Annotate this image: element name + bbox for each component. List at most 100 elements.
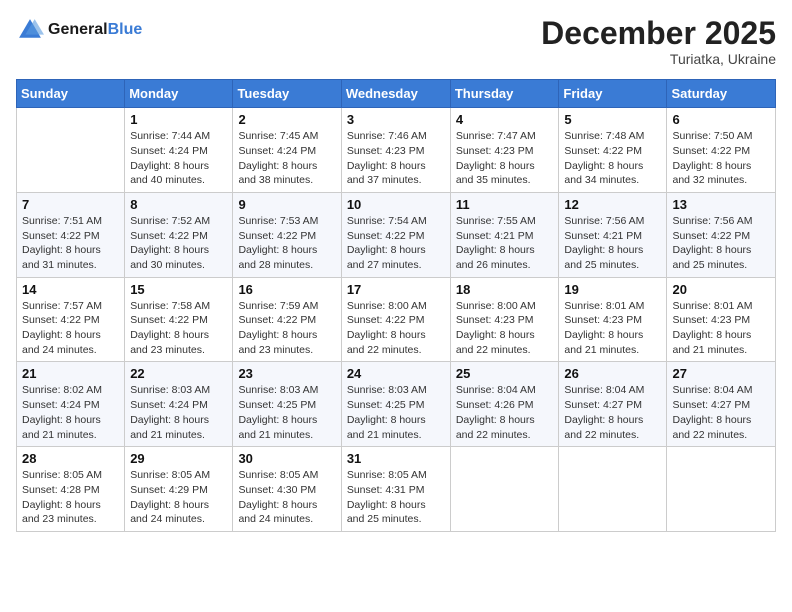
calendar-cell: 28 Sunrise: 8:05 AMSunset: 4:28 PMDaylig… xyxy=(17,447,125,532)
day-number: 16 xyxy=(238,282,335,297)
day-number: 9 xyxy=(238,197,335,212)
logo: GeneralBlue xyxy=(16,16,142,44)
day-number: 1 xyxy=(130,112,227,127)
day-number: 11 xyxy=(456,197,554,212)
col-header-thursday: Thursday xyxy=(450,80,559,108)
day-info: Sunrise: 8:04 AMSunset: 4:27 PMDaylight:… xyxy=(672,383,770,442)
day-info: Sunrise: 8:04 AMSunset: 4:26 PMDaylight:… xyxy=(456,383,554,442)
calendar-cell: 18 Sunrise: 8:00 AMSunset: 4:23 PMDaylig… xyxy=(450,277,559,362)
day-info: Sunrise: 8:05 AMSunset: 4:29 PMDaylight:… xyxy=(130,468,227,527)
location-subtitle: Turiatka, Ukraine xyxy=(541,51,776,67)
calendar-cell: 19 Sunrise: 8:01 AMSunset: 4:23 PMDaylig… xyxy=(559,277,667,362)
day-number: 14 xyxy=(22,282,119,297)
day-info: Sunrise: 7:46 AMSunset: 4:23 PMDaylight:… xyxy=(347,129,445,188)
calendar-cell: 5 Sunrise: 7:48 AMSunset: 4:22 PMDayligh… xyxy=(559,108,667,193)
day-info: Sunrise: 8:05 AMSunset: 4:31 PMDaylight:… xyxy=(347,468,445,527)
week-row-4: 21 Sunrise: 8:02 AMSunset: 4:24 PMDaylig… xyxy=(17,362,776,447)
day-info: Sunrise: 7:50 AMSunset: 4:22 PMDaylight:… xyxy=(672,129,770,188)
week-row-5: 28 Sunrise: 8:05 AMSunset: 4:28 PMDaylig… xyxy=(17,447,776,532)
calendar-cell: 14 Sunrise: 7:57 AMSunset: 4:22 PMDaylig… xyxy=(17,277,125,362)
calendar-cell: 27 Sunrise: 8:04 AMSunset: 4:27 PMDaylig… xyxy=(667,362,776,447)
calendar-cell: 22 Sunrise: 8:03 AMSunset: 4:24 PMDaylig… xyxy=(125,362,233,447)
day-info: Sunrise: 8:03 AMSunset: 4:24 PMDaylight:… xyxy=(130,383,227,442)
calendar-cell: 3 Sunrise: 7:46 AMSunset: 4:23 PMDayligh… xyxy=(341,108,450,193)
day-number: 2 xyxy=(238,112,335,127)
day-number: 25 xyxy=(456,366,554,381)
calendar-cell: 4 Sunrise: 7:47 AMSunset: 4:23 PMDayligh… xyxy=(450,108,559,193)
calendar-cell: 7 Sunrise: 7:51 AMSunset: 4:22 PMDayligh… xyxy=(17,192,125,277)
day-number: 5 xyxy=(564,112,661,127)
day-info: Sunrise: 8:03 AMSunset: 4:25 PMDaylight:… xyxy=(238,383,335,442)
day-info: Sunrise: 7:59 AMSunset: 4:22 PMDaylight:… xyxy=(238,299,335,358)
day-number: 3 xyxy=(347,112,445,127)
col-header-saturday: Saturday xyxy=(667,80,776,108)
day-number: 23 xyxy=(238,366,335,381)
calendar-cell: 8 Sunrise: 7:52 AMSunset: 4:22 PMDayligh… xyxy=(125,192,233,277)
day-number: 17 xyxy=(347,282,445,297)
day-number: 8 xyxy=(130,197,227,212)
day-number: 4 xyxy=(456,112,554,127)
calendar-table: SundayMondayTuesdayWednesdayThursdayFrid… xyxy=(16,79,776,532)
day-number: 31 xyxy=(347,451,445,466)
week-row-1: 1 Sunrise: 7:44 AMSunset: 4:24 PMDayligh… xyxy=(17,108,776,193)
calendar-cell xyxy=(667,447,776,532)
col-header-monday: Monday xyxy=(125,80,233,108)
day-info: Sunrise: 7:52 AMSunset: 4:22 PMDaylight:… xyxy=(130,214,227,273)
day-number: 19 xyxy=(564,282,661,297)
calendar-cell: 9 Sunrise: 7:53 AMSunset: 4:22 PMDayligh… xyxy=(233,192,341,277)
day-info: Sunrise: 8:05 AMSunset: 4:30 PMDaylight:… xyxy=(238,468,335,527)
calendar-cell: 11 Sunrise: 7:55 AMSunset: 4:21 PMDaylig… xyxy=(450,192,559,277)
day-info: Sunrise: 8:00 AMSunset: 4:23 PMDaylight:… xyxy=(456,299,554,358)
day-info: Sunrise: 7:56 AMSunset: 4:21 PMDaylight:… xyxy=(564,214,661,273)
day-number: 22 xyxy=(130,366,227,381)
day-number: 30 xyxy=(238,451,335,466)
day-info: Sunrise: 7:51 AMSunset: 4:22 PMDaylight:… xyxy=(22,214,119,273)
calendar-cell: 29 Sunrise: 8:05 AMSunset: 4:29 PMDaylig… xyxy=(125,447,233,532)
day-info: Sunrise: 7:44 AMSunset: 4:24 PMDaylight:… xyxy=(130,129,227,188)
calendar-cell: 30 Sunrise: 8:05 AMSunset: 4:30 PMDaylig… xyxy=(233,447,341,532)
day-number: 29 xyxy=(130,451,227,466)
day-info: Sunrise: 8:00 AMSunset: 4:22 PMDaylight:… xyxy=(347,299,445,358)
day-number: 24 xyxy=(347,366,445,381)
day-number: 12 xyxy=(564,197,661,212)
day-number: 18 xyxy=(456,282,554,297)
calendar-cell: 2 Sunrise: 7:45 AMSunset: 4:24 PMDayligh… xyxy=(233,108,341,193)
day-number: 10 xyxy=(347,197,445,212)
day-info: Sunrise: 7:56 AMSunset: 4:22 PMDaylight:… xyxy=(672,214,770,273)
col-header-sunday: Sunday xyxy=(17,80,125,108)
day-info: Sunrise: 7:47 AMSunset: 4:23 PMDaylight:… xyxy=(456,129,554,188)
calendar-cell: 15 Sunrise: 7:58 AMSunset: 4:22 PMDaylig… xyxy=(125,277,233,362)
calendar-cell: 23 Sunrise: 8:03 AMSunset: 4:25 PMDaylig… xyxy=(233,362,341,447)
day-info: Sunrise: 7:53 AMSunset: 4:22 PMDaylight:… xyxy=(238,214,335,273)
day-number: 20 xyxy=(672,282,770,297)
day-info: Sunrise: 7:55 AMSunset: 4:21 PMDaylight:… xyxy=(456,214,554,273)
col-header-friday: Friday xyxy=(559,80,667,108)
col-header-tuesday: Tuesday xyxy=(233,80,341,108)
day-info: Sunrise: 7:57 AMSunset: 4:22 PMDaylight:… xyxy=(22,299,119,358)
calendar-cell: 17 Sunrise: 8:00 AMSunset: 4:22 PMDaylig… xyxy=(341,277,450,362)
day-number: 7 xyxy=(22,197,119,212)
day-number: 6 xyxy=(672,112,770,127)
calendar-cell: 1 Sunrise: 7:44 AMSunset: 4:24 PMDayligh… xyxy=(125,108,233,193)
col-header-wednesday: Wednesday xyxy=(341,80,450,108)
day-number: 27 xyxy=(672,366,770,381)
day-info: Sunrise: 8:03 AMSunset: 4:25 PMDaylight:… xyxy=(347,383,445,442)
calendar-cell: 21 Sunrise: 8:02 AMSunset: 4:24 PMDaylig… xyxy=(17,362,125,447)
week-row-3: 14 Sunrise: 7:57 AMSunset: 4:22 PMDaylig… xyxy=(17,277,776,362)
calendar-cell: 31 Sunrise: 8:05 AMSunset: 4:31 PMDaylig… xyxy=(341,447,450,532)
logo-text: GeneralBlue xyxy=(48,21,142,39)
day-info: Sunrise: 8:05 AMSunset: 4:28 PMDaylight:… xyxy=(22,468,119,527)
day-info: Sunrise: 7:45 AMSunset: 4:24 PMDaylight:… xyxy=(238,129,335,188)
calendar-cell xyxy=(450,447,559,532)
day-info: Sunrise: 7:48 AMSunset: 4:22 PMDaylight:… xyxy=(564,129,661,188)
calendar-cell: 26 Sunrise: 8:04 AMSunset: 4:27 PMDaylig… xyxy=(559,362,667,447)
day-number: 26 xyxy=(564,366,661,381)
calendar-cell: 20 Sunrise: 8:01 AMSunset: 4:23 PMDaylig… xyxy=(667,277,776,362)
month-title: December 2025 xyxy=(541,16,776,51)
day-number: 13 xyxy=(672,197,770,212)
day-info: Sunrise: 8:04 AMSunset: 4:27 PMDaylight:… xyxy=(564,383,661,442)
calendar-cell: 6 Sunrise: 7:50 AMSunset: 4:22 PMDayligh… xyxy=(667,108,776,193)
calendar-cell: 16 Sunrise: 7:59 AMSunset: 4:22 PMDaylig… xyxy=(233,277,341,362)
title-block: December 2025 Turiatka, Ukraine xyxy=(541,16,776,67)
day-info: Sunrise: 8:02 AMSunset: 4:24 PMDaylight:… xyxy=(22,383,119,442)
